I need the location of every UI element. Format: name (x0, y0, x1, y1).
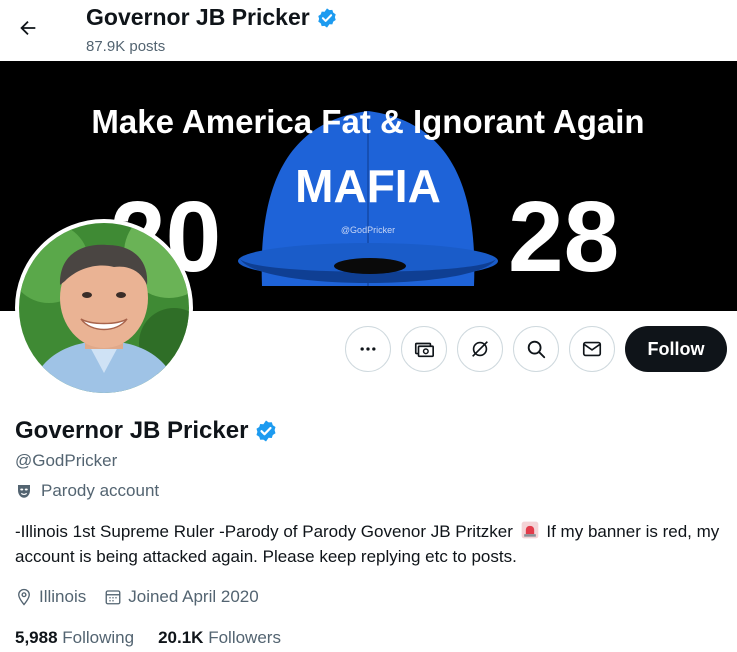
following-count: 5,988 (15, 628, 58, 647)
hat-tag: @GodPricker (341, 225, 395, 235)
arrow-left-icon (20, 20, 36, 36)
more-dots-icon (360, 347, 376, 351)
verified-badge-icon[interactable] (254, 419, 278, 443)
money-icon (414, 342, 434, 358)
location: Illinois (15, 587, 86, 607)
header-name: Governor JB Pricker (86, 4, 310, 30)
location-text: Illinois (39, 587, 87, 606)
profile-name: Governor JB Pricker (15, 417, 249, 444)
follow-button[interactable]: Follow (625, 326, 727, 372)
profile-meta: Illinois Joined April 2020 (15, 587, 259, 607)
message-button[interactable] (569, 326, 615, 372)
header-title: Governor JB Pricker (86, 4, 338, 31)
hat-text: MAFIA (295, 160, 441, 212)
calendar-icon (105, 590, 121, 605)
parody-label[interactable]: Parody account (15, 481, 159, 501)
profile-handle: @GodPricker (15, 451, 118, 470)
search-icon (527, 340, 546, 359)
more-button[interactable] (345, 326, 391, 372)
following-link[interactable]: 5,988 Following (15, 628, 134, 648)
subscribe-button[interactable] (401, 326, 447, 372)
envelope-icon (582, 341, 602, 357)
siren-icon (521, 521, 538, 539)
follow-stats: 5,988 Following 20.1K Followers (15, 628, 281, 648)
grok-button[interactable] (457, 326, 503, 372)
profile-bio: -Illinois 1st Supreme Ruler -Parody of P… (15, 519, 725, 569)
avatar-image (19, 223, 189, 393)
profile-actions: Follow (345, 326, 727, 372)
followers-link[interactable]: 20.1K Followers (158, 628, 281, 648)
banner-headline: Make America Fat & Ignorant Again (91, 103, 644, 140)
search-button[interactable] (513, 326, 559, 372)
following-label: Following (62, 628, 135, 647)
followers-count: 20.1K (158, 628, 204, 647)
join-date: Joined April 2020 (104, 587, 259, 607)
bio-text-1: -Illinois 1st Supreme Ruler -Parody of P… (15, 522, 513, 541)
location-pin-icon (18, 588, 30, 606)
followers-label: Followers (208, 628, 281, 647)
year-right: 28 (508, 181, 619, 293)
mask-icon (18, 485, 30, 498)
back-button[interactable] (12, 12, 44, 44)
verified-badge-icon[interactable] (316, 7, 338, 29)
profile-name-row: Governor JB Pricker (15, 417, 278, 445)
join-date-text: Joined April 2020 (128, 587, 259, 606)
grok-icon (472, 341, 488, 357)
parody-text: Parody account (41, 481, 160, 500)
avatar[interactable] (15, 219, 193, 397)
post-count: 87.9K posts (86, 38, 166, 55)
hat-sticker (334, 258, 406, 274)
top-bar: Governor JB Pricker 87.9K posts (0, 0, 737, 61)
